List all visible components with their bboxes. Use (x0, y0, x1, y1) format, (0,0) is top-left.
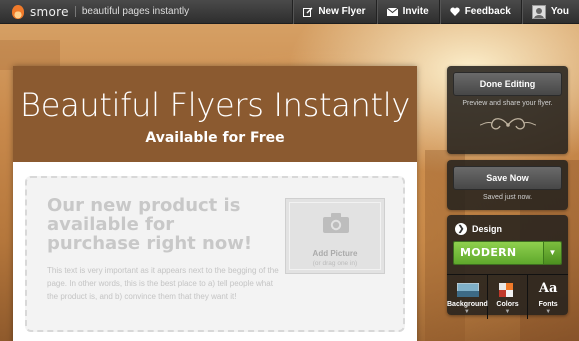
done-editing-note: Preview and share your flyer. (462, 100, 553, 107)
logo-wordmark: smore (30, 4, 69, 19)
color-swatch-icon (498, 283, 513, 297)
done-editing-button[interactable]: Done Editing (453, 72, 562, 96)
design-heading[interactable]: ❯ Design (447, 215, 568, 235)
save-status: Saved just now. (482, 194, 533, 201)
edit-icon (303, 7, 313, 17)
avatar (531, 4, 546, 19)
flyer-title[interactable]: Beautiful Flyers Instantly (13, 66, 417, 124)
tab-colors-label: Colors (496, 301, 519, 308)
done-editing-panel: Done Editing Preview and share your flye… (447, 66, 568, 154)
design-heading-label: Design (472, 224, 503, 234)
design-panel: ❯ Design MODERN ▼ Background ▼ Colors ▼ (447, 215, 568, 319)
tab-background[interactable]: Background ▼ (447, 275, 488, 319)
chevron-down-icon: ❯ (455, 223, 467, 235)
tab-fonts[interactable]: Aa Fonts ▼ (528, 275, 568, 319)
flyer-canvas: Beautiful Flyers Instantly Available for… (13, 66, 417, 341)
theme-dropdown[interactable]: MODERN ▼ (453, 241, 562, 265)
flourish-ornament-icon (479, 118, 536, 130)
invite-label: Invite (402, 6, 429, 17)
new-flyer-button[interactable]: New Flyer (292, 0, 375, 24)
user-menu-button[interactable]: You (520, 0, 579, 24)
flyer-content-block[interactable]: Our new product is available for purchas… (25, 176, 405, 332)
block-headline[interactable]: Our new product is available for purchas… (47, 196, 272, 253)
top-navigation-bar: smore beautiful pages instantly New Flye… (0, 0, 579, 24)
logo-tagline: beautiful pages instantly (74, 6, 189, 17)
invite-button[interactable]: Invite (375, 0, 439, 24)
camera-icon (323, 213, 349, 233)
tab-fonts-label: Fonts (538, 301, 558, 308)
add-picture-hint: (or drag one in) (312, 260, 358, 267)
design-tabs: Background ▼ Colors ▼ Aa Fonts ▼ (447, 274, 568, 319)
add-picture-label: Add Picture (312, 249, 358, 258)
heart-icon (450, 7, 460, 16)
block-body-text[interactable]: This text is very important as it appear… (47, 264, 279, 303)
font-aa-icon: Aa (538, 281, 558, 296)
feedback-label: Feedback (464, 6, 511, 17)
envelope-icon (386, 7, 398, 16)
smore-logo-icon (12, 4, 24, 19)
top-nav: New Flyer Invite Feedback You (292, 0, 579, 24)
user-menu-label: You (550, 6, 569, 17)
new-flyer-label: New Flyer (318, 6, 366, 17)
chevron-down-icon: ▼ (463, 309, 470, 315)
flyer-subtitle[interactable]: Available for Free (13, 130, 417, 146)
tab-colors[interactable]: Colors ▼ (488, 275, 529, 319)
dropdown-arrow-icon: ▼ (543, 242, 561, 264)
background-swatch-icon (457, 283, 479, 297)
logo[interactable]: smore beautiful pages instantly (0, 0, 189, 24)
save-panel: Save Now Saved just now. (447, 160, 568, 210)
add-picture-dropzone[interactable]: Add Picture (or drag one in) (285, 198, 385, 274)
tab-background-label: Background (447, 301, 488, 308)
save-now-button[interactable]: Save Now (453, 166, 562, 190)
chevron-down-icon: ▼ (504, 309, 511, 315)
flyer-header[interactable]: Beautiful Flyers Instantly Available for… (13, 66, 417, 162)
theme-name: MODERN (454, 242, 543, 264)
feedback-button[interactable]: Feedback (438, 0, 521, 24)
chevron-down-icon: ▼ (545, 309, 552, 315)
